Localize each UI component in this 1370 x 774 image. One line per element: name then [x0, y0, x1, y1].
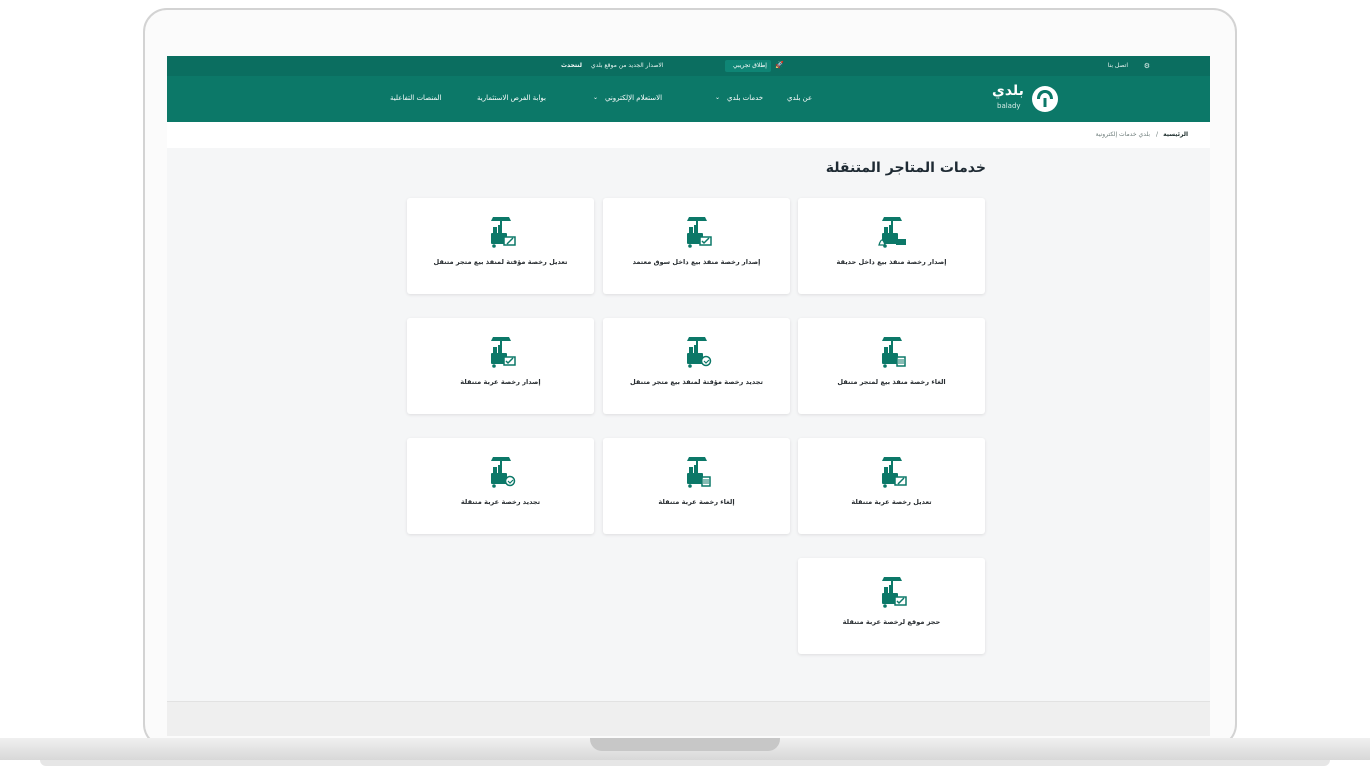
cart-park-icon [876, 215, 908, 249]
service-card[interactable]: إصدار رخصة منفذ بيع داخل سوق معتمد [603, 198, 790, 294]
page-footer-strip [167, 701, 1210, 736]
nav-item-services[interactable]: خدمات بلدي [727, 94, 763, 102]
service-card-label: تجديد رخصة مؤقتة لمنفذ بيع متجر متنقل [630, 378, 763, 386]
service-card[interactable]: تجديد رخصة عربة متنقلة [407, 438, 594, 534]
cart-renew-icon [681, 335, 713, 369]
nav-inquiry-chevron-icon: ⌄ [593, 94, 599, 101]
service-card-label: إصدار رخصة منفذ بيع داخل سوق معتمد [632, 258, 761, 266]
nav-services-chevron-icon: ⌄ [715, 94, 721, 101]
breadcrumb-current: بلدي خدمات إلكترونية [1095, 131, 1150, 138]
service-card[interactable]: إلغاء رخصة عربة متنقلة [603, 438, 790, 534]
laptop-notch [590, 738, 780, 751]
top-utility-bar: اتصل بنا ⚙ إطلاق تجريبي 🚀 الاصدار الجديد… [167, 56, 1210, 76]
page-title: خدمات المتاجر المتنقلة [825, 160, 986, 176]
cart-trash-icon [681, 455, 713, 489]
service-card[interactable]: حجز موقع لرخصة عربة متنقلة [798, 558, 985, 654]
cart-check-icon [485, 335, 517, 369]
balady-logo-icon[interactable] [1032, 86, 1058, 112]
service-card-label: الغاء رخصة منفذ بيع لمتجر متنقل [837, 378, 946, 386]
new-site-notice: الاصدار الجديد من موقع بلدي [591, 62, 664, 69]
beta-badge-label: إطلاق تجريبي [733, 62, 767, 69]
breadcrumb: الرئيسية / بلدي خدمات إلكترونية [167, 122, 1210, 148]
cart-check-icon [876, 575, 908, 609]
service-card-label: إلغاء رخصة عربة متنقلة [658, 498, 735, 506]
service-card[interactable]: إصدار رخصة منفذ بيع داخل حديقة [798, 198, 985, 294]
service-card[interactable]: إصدار رخصة عربة متنقلة [407, 318, 594, 414]
contact-link[interactable]: اتصل بنا [1108, 62, 1128, 69]
nav-item-platforms[interactable]: المنصات التفاعلية [390, 94, 441, 102]
service-card[interactable]: تعديل رخصة مؤقتة لمنفذ بيع متجر متنقل [407, 198, 594, 294]
nav-item-inquiry[interactable]: الاستعلام الإلكتروني [605, 94, 662, 102]
service-card-label: تجديد رخصة عربة متنقلة [460, 498, 541, 506]
cart-renew-icon [485, 455, 517, 489]
notice-action-link[interactable]: لنتحدث [561, 62, 582, 69]
breadcrumb-separator: / [1155, 131, 1158, 138]
accessibility-icon[interactable]: ⚙ [1144, 62, 1150, 70]
cart-edit-icon [485, 215, 517, 249]
nav-item-about[interactable]: عن بلدي [787, 94, 812, 102]
service-card-label: حجز موقع لرخصة عربة متنقلة [842, 618, 941, 626]
cart-edit-icon [876, 455, 908, 489]
nav-item-investment[interactable]: بوابة الفرص الاستثمارية [477, 94, 546, 102]
service-card-label: إصدار رخصة عربة متنقلة [460, 378, 541, 386]
cart-check-icon [681, 215, 713, 249]
rocket-icon: 🚀 [775, 61, 784, 69]
logo-text-ar: بلدي [992, 83, 1024, 99]
breadcrumb-home[interactable]: الرئيسية [1163, 131, 1188, 138]
service-card-label: تعديل رخصة مؤقتة لمنفذ بيع متجر متنقل [433, 258, 568, 266]
service-card-label: تعديل رخصة عربة متنقلة [851, 498, 932, 506]
browser-screen: اتصل بنا ⚙ إطلاق تجريبي 🚀 الاصدار الجديد… [167, 56, 1210, 736]
service-card[interactable]: تجديد رخصة مؤقتة لمنفذ بيع متجر متنقل [603, 318, 790, 414]
service-card-label: إصدار رخصة منفذ بيع داخل حديقة [836, 258, 947, 266]
service-card[interactable]: تعديل رخصة عربة متنقلة [798, 438, 985, 534]
cart-trash-icon [876, 335, 908, 369]
laptop-foot [40, 760, 1330, 766]
main-navbar: بلدي balady عن بلدي خدمات بلدي ⌄ الاستعل… [167, 76, 1210, 122]
service-card[interactable]: الغاء رخصة منفذ بيع لمتجر متنقل [798, 318, 985, 414]
logo-text-en: balady [997, 102, 1021, 110]
